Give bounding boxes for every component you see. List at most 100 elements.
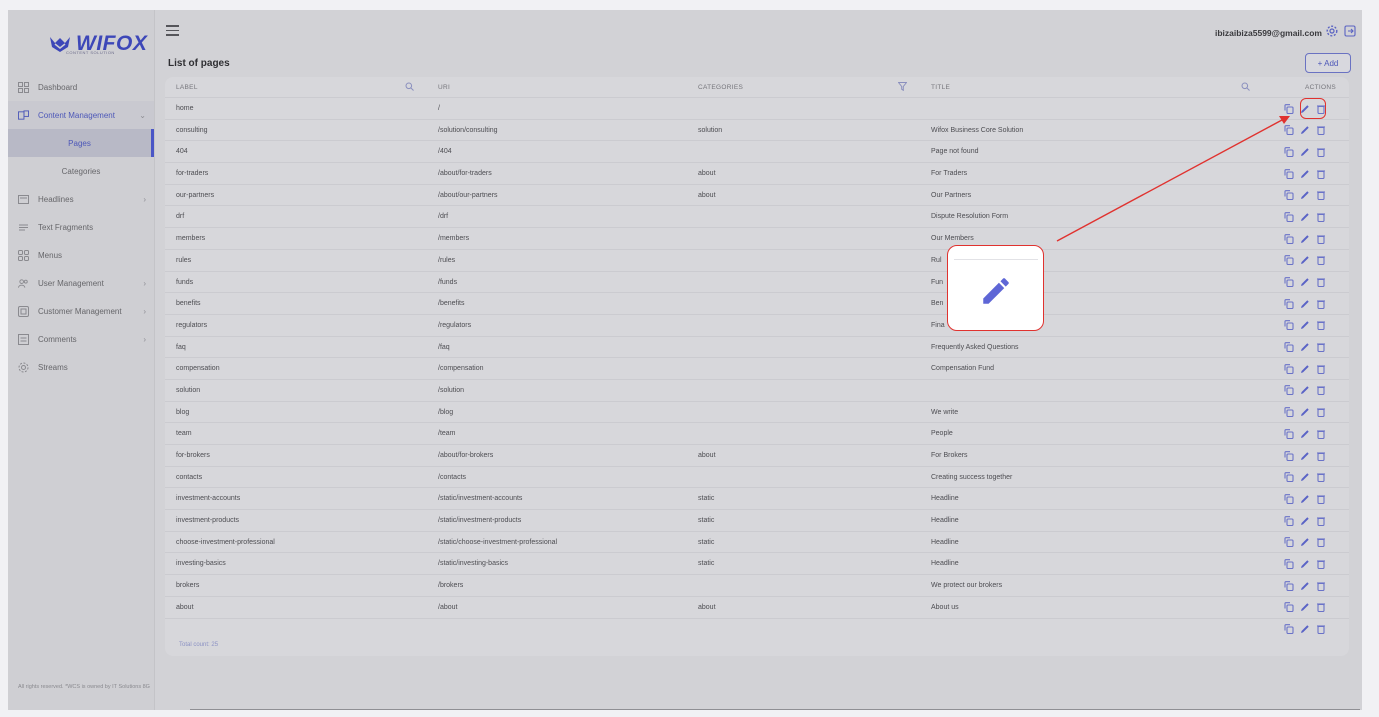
table-row[interactable]: members/members Our Members [165,227,1349,249]
copy-icon[interactable] [1283,385,1294,396]
edit-pencil-icon[interactable] [1299,298,1310,309]
sidebar-item-text-fragments[interactable]: Text Fragments [8,213,154,241]
edit-pencil-icon[interactable] [1299,190,1310,201]
sidebar-item-headlines[interactable]: Headlines › [8,185,154,213]
logout-icon[interactable] [1344,25,1356,37]
table-row[interactable]: for-traders/about/for-traders about For Tr… [165,162,1349,184]
delete-trash-icon[interactable] [1315,320,1326,331]
delete-trash-icon[interactable] [1315,602,1326,613]
edit-pencil-icon[interactable] [1299,515,1310,526]
copy-icon[interactable] [1283,558,1294,569]
edit-pencil-icon[interactable] [1299,558,1310,569]
table-row[interactable]: contacts/contacts Creating success togeth… [165,465,1349,488]
copy-icon[interactable] [1283,493,1294,504]
sidebar-subitem-pages[interactable]: Pages [8,129,154,157]
sidebar-subitem-categories[interactable]: Categories [8,157,154,185]
copy-icon[interactable] [1283,255,1294,266]
add-page-button[interactable]: + Add [1305,53,1351,73]
table-row[interactable]: for-brokers/about/for-brokers about For Br… [165,444,1349,466]
copy-icon[interactable] [1283,211,1294,222]
edit-pencil-icon[interactable] [1299,363,1310,374]
table-row[interactable]: rules/rules Rul [165,248,1349,271]
edit-pencil-icon[interactable] [1299,277,1310,288]
delete-trash-icon[interactable] [1315,624,1326,635]
copy-icon[interactable] [1283,602,1294,613]
table-row[interactable]: investing-basics/static/investing-basics… [165,552,1349,574]
delete-trash-icon[interactable] [1315,407,1326,418]
table-row[interactable]: about/about about About us [165,595,1349,618]
table-row[interactable]: consulting/solution/consulting solution Wi… [165,118,1349,141]
edit-pencil-icon[interactable] [1299,493,1310,504]
edit-pencil-icon[interactable] [1299,472,1310,483]
edit-pencil-icon[interactable] [1299,385,1310,396]
delete-trash-icon[interactable] [1315,385,1326,396]
edit-pencil-icon[interactable] [1299,255,1310,266]
table-row[interactable]: investment-accounts/static/investment-ac… [165,487,1349,509]
hamburger-menu-icon[interactable] [166,25,179,39]
copy-icon[interactable] [1283,515,1294,526]
delete-trash-icon[interactable] [1315,190,1326,201]
copy-icon[interactable] [1283,190,1294,201]
copy-icon[interactable] [1283,277,1294,288]
edit-pencil-icon[interactable] [1299,125,1310,136]
delete-trash-icon[interactable] [1315,146,1326,157]
delete-trash-icon[interactable] [1315,580,1326,591]
edit-pencil-icon[interactable] [1299,320,1310,331]
table-row[interactable]: brokers/brokers We protect our brokers [165,574,1349,596]
table-row[interactable]: investment-products/static/investment-pr… [165,509,1349,531]
delete-trash-icon[interactable] [1315,428,1326,439]
column-header-title[interactable]: TITLE [931,84,950,91]
delete-trash-icon[interactable] [1315,342,1326,353]
edit-pencil-icon[interactable] [1299,146,1310,157]
edit-pencil-icon[interactable] [1299,407,1310,418]
column-header-label[interactable]: LABEL [176,84,198,91]
edit-pencil-icon[interactable] [1299,450,1310,461]
delete-trash-icon[interactable] [1315,125,1326,136]
table-row[interactable]: solution/solution [165,378,1349,401]
delete-trash-icon[interactable] [1315,537,1326,548]
copy-icon[interactable] [1283,580,1294,591]
table-row[interactable]: benefits/benefits Ben [165,292,1349,314]
delete-trash-icon[interactable] [1315,558,1326,569]
edit-pencil-icon[interactable] [1299,580,1310,591]
copy-icon[interactable] [1283,428,1294,439]
copy-icon[interactable] [1283,298,1294,309]
table-row[interactable]: home / [165,97,1349,119]
edit-pencil-icon[interactable] [1299,428,1310,439]
edit-pencil-icon[interactable] [1299,537,1310,548]
table-row[interactable]: 404/404 Page not found [165,140,1349,162]
sidebar-item-user-management[interactable]: User Management › [8,269,154,297]
copy-icon[interactable] [1283,472,1294,483]
edit-pencil-icon[interactable] [1299,233,1310,244]
settings-gear-icon[interactable] [1326,25,1338,37]
copy-icon[interactable] [1283,450,1294,461]
delete-trash-icon[interactable] [1315,493,1326,504]
delete-trash-icon[interactable] [1315,298,1326,309]
edit-pencil-icon[interactable] [1299,168,1310,179]
table-row[interactable] [165,617,1349,640]
table-row[interactable]: regulators/regulators Fina [165,313,1349,336]
table-row[interactable]: choose-investment-professional/static/ch… [165,530,1349,553]
delete-trash-icon[interactable] [1315,233,1326,244]
copy-icon[interactable] [1283,146,1294,157]
column-header-uri[interactable]: URI [438,84,450,91]
copy-icon[interactable] [1283,125,1294,136]
column-header-categories[interactable]: CATEGORIES [698,84,743,91]
delete-trash-icon[interactable] [1315,450,1326,461]
copy-icon[interactable] [1283,624,1294,635]
search-icon[interactable] [1241,82,1250,91]
table-row[interactable]: compensation/compensation Compensation Fu… [165,357,1349,379]
sidebar-item-comments[interactable]: Comments › [8,325,154,353]
delete-trash-icon[interactable] [1315,363,1326,374]
user-email[interactable]: ibizaibiza5599@gmail.com [1215,28,1322,38]
delete-trash-icon[interactable] [1315,255,1326,266]
table-row[interactable]: blog/blog We write [165,400,1349,423]
delete-trash-icon[interactable] [1315,211,1326,222]
search-icon[interactable] [405,82,414,91]
table-row[interactable]: team/team People [165,422,1349,444]
edit-pencil-icon[interactable] [1299,211,1310,222]
copy-icon[interactable] [1283,407,1294,418]
copy-icon[interactable] [1283,168,1294,179]
sidebar-item-customer-management[interactable]: Customer Management › [8,297,154,325]
delete-trash-icon[interactable] [1315,472,1326,483]
